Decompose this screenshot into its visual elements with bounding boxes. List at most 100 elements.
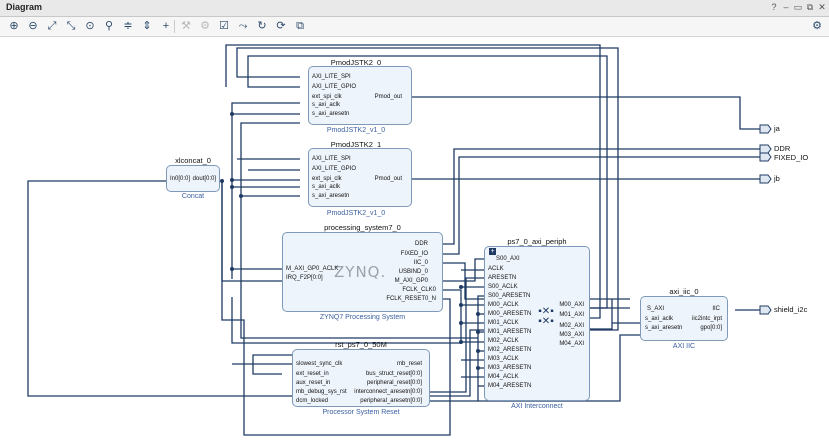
periph-port: M04_AXI bbox=[559, 341, 584, 347]
iic-port: s_axi_aclk bbox=[645, 316, 674, 322]
periph-port: M03_ARESETN bbox=[488, 365, 532, 371]
pmod0-port: s_axi_aclk bbox=[312, 102, 341, 108]
concat-port: dout[0:0] bbox=[192, 176, 216, 182]
collapse-icon[interactable]: ≑ bbox=[120, 19, 136, 34]
validate-icon[interactable]: ☑ bbox=[216, 19, 232, 34]
rst-instance-name: rst_ps7_0_50M bbox=[335, 340, 387, 349]
rst-port: mb_reset bbox=[396, 361, 422, 367]
periph-port: M01_ACLK bbox=[488, 320, 519, 326]
periph-port: M04_ARESETN bbox=[488, 383, 532, 389]
periph-port: M02_ARESETN bbox=[488, 347, 532, 353]
pmod0-port: ext_spi_clk bbox=[312, 94, 342, 100]
wrench-icon[interactable]: ⚒ bbox=[178, 19, 194, 34]
iic-port: S_AXI bbox=[647, 306, 665, 312]
iic-port: gpo[0:0] bbox=[700, 325, 722, 331]
zoom-out-icon[interactable]: ⊖ bbox=[25, 19, 41, 34]
ja-port-icon bbox=[759, 124, 772, 134]
pmod0-port: s_axi_aresetn bbox=[312, 111, 350, 117]
window-title: Diagram bbox=[6, 2, 43, 12]
external-port-ddr[interactable]: DDR bbox=[774, 144, 790, 153]
rst-port: dcm_locked bbox=[296, 398, 329, 404]
external-port-ja[interactable]: ja bbox=[774, 124, 780, 133]
iic-port: IIC bbox=[712, 306, 720, 312]
zoom-in-icon[interactable]: ⊕ bbox=[6, 19, 22, 34]
pmod1-ip-title: PmodJSTK2_v1_0 bbox=[326, 210, 386, 217]
ps7-port: M_AXI_GP0_ACLK bbox=[286, 266, 339, 272]
target-icon[interactable]: ⊙ bbox=[82, 19, 98, 34]
iic-instance-name: axi_iic_0 bbox=[669, 287, 699, 296]
periph-port: M00_ARESETN bbox=[488, 311, 532, 317]
pmod1-port: s_axi_aresetn bbox=[312, 193, 350, 199]
ps7-port: IIC_0 bbox=[413, 260, 428, 266]
pmod0-port: AXI_LITE_GPIO bbox=[312, 84, 357, 90]
concat-ip-title: Concat bbox=[181, 193, 205, 200]
window-titlebar: Diagram ? – ▭ ⧉ ✕ bbox=[0, 0, 829, 17]
periph-port: S00_ARESETN bbox=[488, 293, 531, 299]
toolbar-separator bbox=[174, 20, 175, 33]
regenerate-icon[interactable]: ⟳ bbox=[273, 19, 289, 34]
ps7-ip-title: ZYNQ7 Processing System bbox=[319, 314, 406, 321]
iic-ip-title: AXI IIC bbox=[672, 343, 696, 350]
rst-port: mb_debug_sys_rst bbox=[296, 389, 347, 395]
external-port-fixed-io[interactable]: FIXED_IO bbox=[774, 153, 808, 162]
iic-port: iic2intc_irpt bbox=[691, 316, 722, 322]
periph-port: M03_ACLK bbox=[488, 356, 519, 362]
periph-port: M01_ARESETN bbox=[488, 329, 532, 335]
external-port-shield-i2c[interactable]: shield_i2c bbox=[774, 305, 807, 314]
iic-port: s_axi_aresetn bbox=[645, 325, 683, 331]
jb-port-icon bbox=[759, 174, 772, 184]
ps7-port: FIXED_IO bbox=[400, 251, 428, 257]
rst-port: interconnect_aresetn[0:0] bbox=[354, 389, 422, 395]
pmod0-port: AXI_LITE_SPI bbox=[312, 74, 351, 80]
fit-selection-icon[interactable]: ⤡ bbox=[63, 19, 79, 34]
pmod1-port: ext_spi_clk bbox=[312, 176, 342, 182]
pmod1-port: Pmod_out bbox=[374, 176, 402, 182]
ps7-port: DDR bbox=[415, 241, 428, 247]
minimize-button[interactable]: – bbox=[781, 2, 791, 12]
ps7-port: USBIND_0 bbox=[398, 269, 428, 275]
concat-instance-name: xlconcat_0 bbox=[175, 156, 211, 165]
route-icon[interactable]: ⤳ bbox=[235, 19, 251, 34]
fixed-io-port-icon bbox=[759, 152, 772, 162]
zoom-fit-icon[interactable]: ⤢ bbox=[44, 19, 60, 34]
float-button[interactable]: ⧉ bbox=[805, 2, 815, 13]
help-button[interactable]: ? bbox=[769, 2, 779, 12]
close-button[interactable]: ✕ bbox=[817, 2, 827, 13]
ps7-port: FCLK_RESET0_N bbox=[386, 296, 436, 302]
pmod1-port: AXI_LITE_SPI bbox=[312, 156, 351, 162]
rst-port: peripheral_reset[0:0] bbox=[366, 380, 422, 386]
settings-icon[interactable]: ⚙ bbox=[809, 19, 825, 34]
periph-port: M00_ACLK bbox=[488, 302, 519, 308]
rst-port: bus_struct_reset[0:0] bbox=[365, 371, 422, 377]
rst-ip-title: Processor System Reset bbox=[322, 409, 400, 416]
pmod1-port: s_axi_aclk bbox=[312, 184, 341, 190]
ps7-instance-name: processing_system7_0 bbox=[324, 223, 401, 232]
ps7-port: FCLK_CLK0 bbox=[402, 287, 436, 293]
wrench2-icon[interactable]: ⚙ bbox=[197, 19, 213, 34]
rst-port: slowest_sync_clk bbox=[296, 361, 343, 367]
expand-icon[interactable]: ⇕ bbox=[139, 19, 155, 34]
crossbar-icon: ▪✕▪ ▪✕▪ bbox=[538, 306, 554, 327]
add-ip-icon[interactable]: + bbox=[158, 19, 174, 34]
periph-port: S00_AXI bbox=[496, 256, 520, 262]
external-port-jb[interactable]: jb bbox=[774, 174, 780, 183]
refresh-icon[interactable]: ↻ bbox=[254, 19, 270, 34]
periph-port: ACLK bbox=[488, 266, 504, 272]
diagram-canvas[interactable]: ja DDR FIXED_IO jb shield_i2c PmodJSTK2_… bbox=[0, 37, 829, 445]
periph-port: S00_ACLK bbox=[488, 284, 518, 290]
search-icon[interactable]: ⚲ bbox=[101, 19, 117, 34]
diagram-toolbar: ⊕ ⊖ ⤢ ⤡ ⊙ ⚲ ≑ ⇕ + ⚒ ⚙ ☑ ⤳ ↻ ⟳ ⧉ ⚙ bbox=[0, 17, 829, 37]
periph-port: M04_ACLK bbox=[488, 374, 519, 380]
layers-icon[interactable]: ⧉ bbox=[292, 19, 308, 34]
pmod0-port: Pmod_out bbox=[374, 94, 402, 100]
periph-port: M02_ACLK bbox=[488, 338, 519, 344]
rst-port: ext_reset_in bbox=[296, 371, 329, 377]
restore-button[interactable]: ▭ bbox=[793, 2, 803, 13]
pmod1-port: AXI_LITE_GPIO bbox=[312, 166, 357, 172]
expand-hierarchy-icon[interactable]: + bbox=[489, 248, 496, 255]
ps7-port: M_AXI_GP0 bbox=[394, 278, 428, 284]
rst-port: peripheral_aresetn[0:0] bbox=[360, 398, 422, 404]
pmod0-ip-title: PmodJSTK2_v1_0 bbox=[326, 127, 386, 134]
periph-instance-name: ps7_0_axi_periph bbox=[507, 237, 567, 246]
shield-port-icon bbox=[759, 305, 772, 315]
